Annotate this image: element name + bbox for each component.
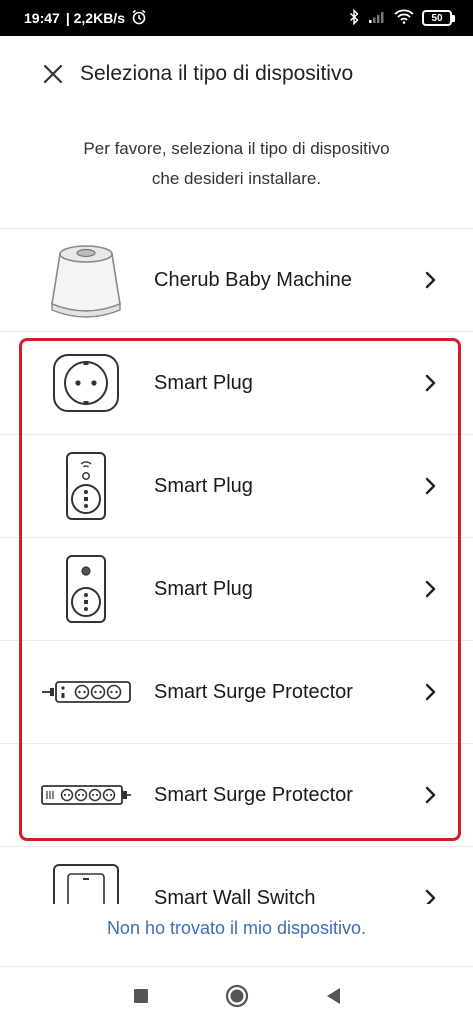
device-list[interactable]: Cherub Baby Machine Smart Plug Smart Plu… (0, 228, 473, 904)
battery-icon: 50 (422, 10, 455, 26)
device-label: Smart Plug (154, 371, 253, 394)
chevron-right-icon (411, 683, 451, 701)
back-button[interactable] (285, 967, 381, 1024)
chevron-right-icon (411, 271, 451, 289)
status-left: 19:47 | 2,2KB/s (24, 9, 147, 28)
tall-plug-button-icon (26, 538, 146, 641)
baby-machine-icon (26, 229, 146, 332)
chevron-right-icon (411, 374, 451, 392)
device-label: Cherub Baby Machine (154, 268, 352, 291)
status-time: 19:47 (24, 10, 60, 26)
chevron-right-icon (411, 889, 451, 904)
battery-tip (452, 14, 455, 22)
recents-button[interactable] (93, 967, 189, 1024)
device-label: Smart Plug (154, 577, 253, 600)
device-label: Smart Plug (154, 474, 253, 497)
tall-plug-wifi-icon (26, 435, 146, 538)
power-strip-3-icon (26, 641, 146, 744)
intro-text: Per favore, seleziona il tipo di disposi… (30, 134, 443, 194)
header: Seleziona il tipo di dispositivo (0, 36, 473, 112)
signal-icon (368, 10, 386, 27)
device-row-smart-plug-wifi[interactable]: Smart Plug (0, 434, 473, 537)
device-label: Smart Surge Protector (154, 680, 353, 703)
battery-level: 50 (422, 10, 452, 26)
chevron-right-icon (411, 580, 451, 598)
status-right: 50 (349, 8, 455, 28)
device-row-surge-protector-4[interactable]: Smart Surge Protector (0, 743, 473, 846)
home-button[interactable] (189, 967, 285, 1024)
wifi-icon (394, 9, 414, 27)
device-row-cherub-baby-machine[interactable]: Cherub Baby Machine (0, 228, 473, 331)
intro-line-1: Per favore, seleziona il tipo di disposi… (83, 139, 390, 158)
home-circle-icon (225, 984, 248, 1007)
alarm-icon (131, 9, 147, 28)
device-row-surge-protector-3[interactable]: Smart Surge Protector (0, 640, 473, 743)
status-bar: 19:47 | 2,2KB/s 50 (0, 0, 473, 36)
recents-square-icon (133, 988, 148, 1003)
navigation-bar (0, 967, 473, 1024)
power-strip-4-icon (26, 744, 146, 847)
device-row-smart-plug-button[interactable]: Smart Plug (0, 537, 473, 640)
status-network-speed: | 2,2KB/s (65, 10, 125, 26)
device-row-smart-wall-switch[interactable]: Smart Wall Switch (0, 846, 473, 904)
device-label: Smart Wall Switch (154, 886, 316, 905)
chevron-right-icon (411, 477, 451, 495)
close-icon (43, 64, 63, 84)
bluetooth-icon (349, 8, 360, 28)
chevron-right-icon (411, 786, 451, 804)
round-plug-icon (26, 332, 146, 435)
intro-line-2: che desideri installare. (151, 169, 322, 188)
device-not-found-link[interactable]: Non ho trovato il mio dispositivo. (0, 918, 473, 939)
close-button[interactable] (40, 61, 66, 87)
device-label: Smart Surge Protector (154, 783, 353, 806)
page-title: Seleziona il tipo di dispositivo (80, 62, 354, 85)
back-triangle-icon (326, 987, 340, 1004)
wall-switch-icon (26, 847, 146, 904)
device-row-smart-plug-round[interactable]: Smart Plug (0, 331, 473, 434)
